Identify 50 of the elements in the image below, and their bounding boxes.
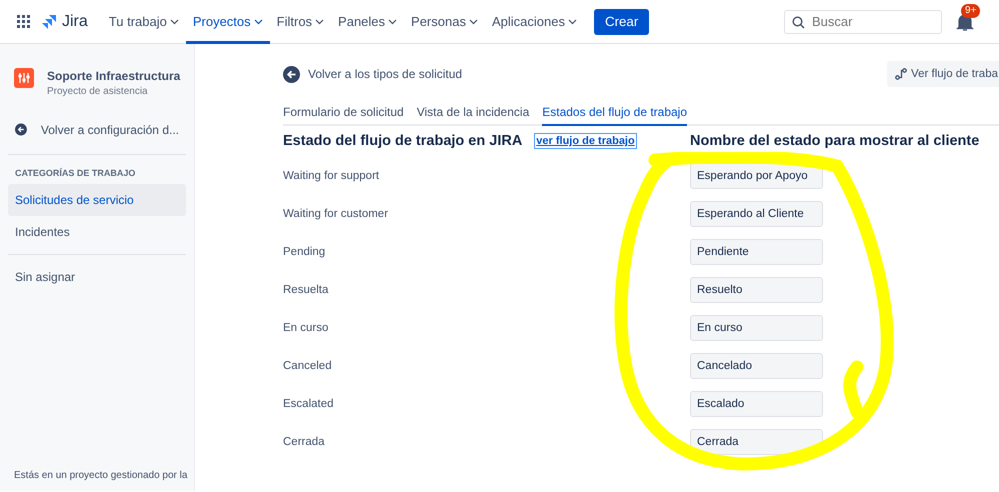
back-link[interactable]: Volver a configuración d... [8, 121, 186, 138]
project-name: Soporte Infraestructura [47, 69, 180, 83]
notification-count: 9+ [961, 4, 980, 18]
app-grid-icon[interactable] [17, 15, 30, 28]
chevron-down-icon [568, 18, 577, 24]
display-name-field[interactable]: Resuelto [690, 277, 823, 303]
create-button[interactable]: Crear [594, 8, 650, 34]
back-link[interactable]: Volver a los tipos de solicitud [283, 66, 462, 82]
column-heading: Nombre del estado para mostrar al cliente [690, 133, 980, 149]
status-name: Cerrada [283, 436, 325, 448]
sidebar-item[interactable]: Sin asignar [8, 261, 186, 293]
nav-menu-item[interactable]: Filtros [270, 0, 332, 44]
nav-menu-item[interactable]: Aplicaciones [484, 0, 584, 44]
sidebar-item[interactable]: Incidentes [8, 216, 186, 248]
status-name: Escalated [283, 398, 334, 410]
nav-menu-item[interactable]: Personas [404, 0, 485, 44]
display-name-field[interactable]: Pendiente [690, 239, 823, 265]
tab[interactable]: Estados del flujo de trabajo [542, 103, 688, 126]
footer-note: Estás en un proyecto gestionado por la [13, 470, 186, 481]
column-heading: Estado del flujo de trabajo en JIRA [283, 133, 522, 149]
chevron-down-icon [315, 18, 324, 24]
jira-logo-icon [41, 14, 57, 30]
chevron-down-icon [468, 18, 478, 24]
chevron-down-icon [254, 18, 263, 24]
workflow-icon [895, 68, 908, 80]
tab[interactable]: Formulario de solicitud [283, 103, 404, 126]
display-name-field[interactable]: Esperando al Cliente [690, 201, 823, 227]
display-name-field[interactable]: Cancelado [690, 353, 823, 379]
display-name-field[interactable]: Escalado [690, 391, 823, 417]
status-name: Waiting for customer [283, 208, 388, 220]
sidebar-item[interactable]: Solicitudes de servicio [8, 184, 186, 216]
nav-menu-item[interactable]: Tu trabajo [102, 0, 186, 44]
project-avatar-icon [14, 68, 34, 88]
view-workflow-button[interactable]: Ver flujo de traba [887, 61, 999, 87]
status-name: Waiting for support [283, 170, 380, 182]
project-type: Proyecto de asistencia [47, 86, 149, 97]
display-name-field[interactable]: Esperando por Apoyo [690, 163, 823, 189]
status-name: En curso [283, 322, 328, 334]
status-name: Resuelta [283, 284, 328, 296]
product-name: Jira [62, 12, 88, 30]
nav-menu-item[interactable]: Paneles [331, 0, 404, 44]
display-name-field[interactable]: En curso [690, 315, 823, 341]
status-name: Pending [283, 246, 326, 258]
tab[interactable]: Vista de la incidencia [416, 103, 530, 126]
status-name: Canceled [283, 360, 332, 372]
view-workflow-link[interactable]: ver flujo de trabajo [534, 133, 637, 149]
section-heading: CATEGORÍAS DE TRABAJO [14, 167, 136, 180]
chevron-down-icon [388, 18, 398, 24]
search-field[interactable]: Buscar [784, 10, 942, 34]
chevron-down-icon [170, 18, 179, 24]
